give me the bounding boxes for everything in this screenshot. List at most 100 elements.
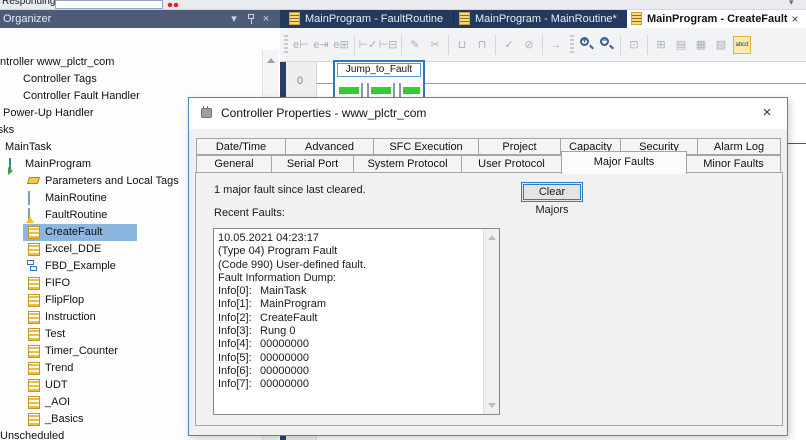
tab-major-faults[interactable]: Major Faults <box>561 151 687 174</box>
tab-separator <box>453 12 454 26</box>
status-combobox[interactable] <box>55 0 163 9</box>
tab-serial-port[interactable]: Serial Port <box>271 155 354 173</box>
fault-line: Info[7]: 00000000 <box>218 378 309 391</box>
toolbar-separator <box>495 34 496 55</box>
ladder-routine-icon <box>28 226 40 239</box>
fault-line: Info[0]: MainTask <box>218 285 307 298</box>
select-region-icon[interactable]: ⊡ <box>624 35 644 54</box>
contact-bar-icon <box>399 83 401 97</box>
ladder-editor-toolbar: e⊢ e⇥ e⊞ ⊢✓ ⊢⊟ ✎ ✂ ⊔ ⊓ ✓ ⊘ → + − ⊡ ⊞ ▤ ▦… <box>280 28 806 62</box>
verify-rung-icon[interactable]: ⊢✓ <box>358 35 378 54</box>
export-rungs-icon[interactable]: ▦ <box>691 35 711 54</box>
fault-line: Fault Information Dump: <box>218 271 336 284</box>
toolbar-separator <box>448 34 449 55</box>
document-tabbar: MainProgram - FaultRoutine MainProgram -… <box>280 10 806 28</box>
import-rungs-icon[interactable]: ▤ <box>671 35 691 54</box>
energized-wire-segment <box>403 87 420 94</box>
fault-line: (Type 04) Program Fault <box>218 245 338 258</box>
tab-faultroutine[interactable]: MainProgram - FaultRoutine <box>285 10 453 28</box>
cancel-pending-rung-edits-icon[interactable]: e⊞ <box>331 35 351 54</box>
ladder-routine-icon <box>28 277 40 290</box>
fault-details-text: 10.05.2021 04:23:17 (Type 04) Program Fa… <box>218 232 479 392</box>
assemble-edits-icon[interactable]: ✓ <box>499 35 519 54</box>
toolbar-separator <box>354 34 355 55</box>
string-browse-icon[interactable]: abcd <box>733 35 751 54</box>
toolbar-separator <box>542 34 543 55</box>
pin-stem <box>250 19 252 24</box>
handle <box>589 44 594 50</box>
tab-advanced[interactable]: Advanced <box>285 138 374 155</box>
fault-line: Info[1]: MainProgram <box>218 298 327 311</box>
ladder-routine-icon <box>28 311 40 324</box>
organizer-title: Organizer <box>3 13 52 25</box>
toolbar-grip[interactable] <box>570 34 574 55</box>
tab-close-icon[interactable]: × <box>789 12 801 26</box>
handle <box>609 44 614 50</box>
accept-pending-rung-edits-icon[interactable]: e⇥ <box>311 35 331 54</box>
chip-body <box>201 108 212 118</box>
finalize-edits-icon[interactable]: → <box>546 35 566 54</box>
browse-logic-icon[interactable]: ▧ <box>711 35 731 54</box>
tab-project[interactable]: Project <box>478 138 561 155</box>
fault-line: (Code 990) User-defined fault. <box>218 258 366 271</box>
ladder-routine-icon <box>28 294 40 307</box>
start-pending-rung-edits-icon[interactable]: e⊢ <box>291 35 311 54</box>
fbd-block <box>27 260 34 265</box>
tab-mainroutine[interactable]: MainProgram - MainRoutine* <box>455 10 625 28</box>
ladder-routine-icon <box>28 243 40 256</box>
textarea-scrollbar[interactable] <box>483 229 499 414</box>
zoom-out-icon[interactable]: − <box>597 35 617 54</box>
tab-system-protocol[interactable]: System Protocol <box>353 155 462 173</box>
controller-properties-dialog: Controller Properties - www_plctr_com × … <box>188 97 788 436</box>
ladder-doc-icon <box>631 12 642 25</box>
fault-line: Info[3]: Rung 0 <box>218 325 296 338</box>
edit-rung-icon[interactable]: ✎ <box>405 35 425 54</box>
controller-icon <box>200 106 214 120</box>
tab-date-time[interactable]: Date/Time <box>196 138 286 155</box>
organizer-pin-icon[interactable] <box>244 11 258 27</box>
toolbar-separator <box>620 34 621 55</box>
cancel-accepted-edits-icon[interactable]: ⊘ <box>519 35 539 54</box>
tab-createfault[interactable]: MainProgram - CreateFault × <box>627 10 806 28</box>
tree-item-controller[interactable]: Controller www_plctr_com <box>0 54 280 71</box>
dialog-close-icon[interactable]: × <box>756 103 778 123</box>
delete-rung-icon[interactable]: ⊢⊟ <box>378 35 398 54</box>
dialog-title: Controller Properties - www_plctr_com <box>221 106 427 120</box>
new-component-icon[interactable]: ⊞ <box>651 35 671 54</box>
tab-sfc-execution[interactable]: SFC Execution <box>373 138 479 155</box>
organizer-titlebar: Organizer ▾ × <box>0 10 280 28</box>
chip-pin <box>207 106 208 109</box>
energized-wire-segment <box>339 87 359 94</box>
responding-status-label: Responding <box>2 0 56 7</box>
clear-majors-button[interactable]: Clear Majors <box>521 182 583 216</box>
ladder-routine-icon <box>28 328 40 341</box>
toolbar-separator <box>401 34 402 55</box>
fault-details-textarea[interactable]: 10.05.2021 04:23:17 (Type 04) Program Fa… <box>213 228 500 415</box>
tab-alarm-log[interactable]: Alarm Log <box>697 138 781 155</box>
contact-tag-label[interactable]: Jump_to_Fault <box>337 63 421 77</box>
organizer-close-icon[interactable]: × <box>259 11 273 27</box>
test-accepted-edits-icon[interactable]: ⊔ <box>452 35 472 54</box>
cut-rung-icon[interactable]: ✂ <box>425 35 445 54</box>
ladder-doc-icon <box>459 12 470 25</box>
tab-minor-faults[interactable]: Minor Faults <box>686 155 781 173</box>
untest-accepted-edits-icon[interactable]: ⊓ <box>472 35 492 54</box>
main-routine-icon <box>28 191 30 205</box>
ladder-doc-icon <box>289 12 300 25</box>
major-faults-tab-page: 1 major fault since last cleared. Clear … <box>195 172 783 426</box>
contact-bar-icon <box>393 83 395 97</box>
fault-line: Info[4]: 00000000 <box>218 338 309 351</box>
tab-general[interactable]: General <box>196 155 272 173</box>
organizer-menu-chevron-icon[interactable]: ▾ <box>227 11 241 27</box>
tree-item-controller-tags[interactable]: Controller Tags <box>0 71 280 88</box>
toolbar-overflow-icon[interactable]: ▾ <box>789 0 794 8</box>
parameters-tag-icon <box>26 177 41 184</box>
dialog-titlebar[interactable]: Controller Properties - www_plctr_com × <box>189 98 787 129</box>
tab-user-protocol[interactable]: User Protocol <box>461 155 562 173</box>
program-icon <box>9 158 11 172</box>
toolbar-grip[interactable] <box>284 34 288 55</box>
scroll-up-icon[interactable] <box>488 235 496 240</box>
scroll-down-icon[interactable] <box>488 403 496 408</box>
plus: + <box>581 35 588 45</box>
zoom-in-icon[interactable]: + <box>577 35 597 54</box>
